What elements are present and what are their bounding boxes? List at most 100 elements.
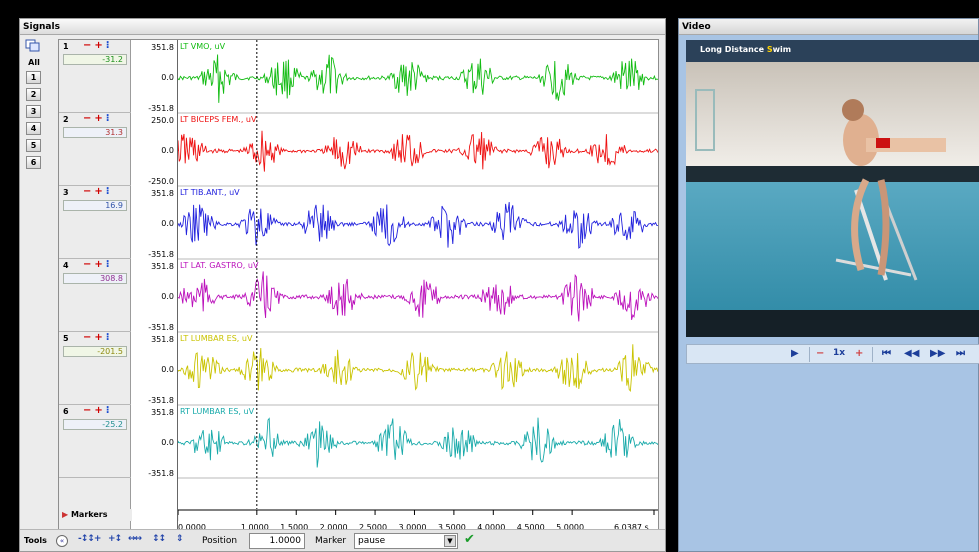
zoom-in-icon[interactable]: -↕↕+ bbox=[78, 534, 101, 548]
scale-max-label: 351.8 bbox=[151, 335, 174, 344]
collapse-icon[interactable]: ⇕ bbox=[176, 534, 183, 548]
scale-min-label: -351.8 bbox=[148, 469, 174, 478]
plus-icon[interactable]: + bbox=[94, 332, 105, 343]
speed-down-icon[interactable]: − bbox=[816, 348, 824, 359]
scale-min-label: -351.8 bbox=[148, 250, 174, 259]
check-icon[interactable]: ✔ bbox=[464, 532, 475, 547]
svg-text:Long Distance Swim: Long Distance Swim bbox=[700, 45, 791, 54]
minus-icon[interactable]: − bbox=[83, 40, 94, 51]
signals-panel: Signals All 123456 ▶ Markers 1 −+⁝ -31.2 2−… bbox=[19, 18, 666, 552]
position-label: Position bbox=[202, 536, 238, 546]
tools-label: Tools bbox=[24, 536, 47, 545]
scale-zero-label: 0.0 bbox=[161, 219, 174, 228]
channel-info-6: 6 −+⁝ -25.2 bbox=[59, 405, 131, 478]
step-back-icon[interactable]: ◀◀ bbox=[904, 348, 919, 359]
channel-menu-icon[interactable]: ⁝ bbox=[106, 259, 113, 270]
minus-icon[interactable]: − bbox=[83, 332, 94, 343]
channel-selector: All 1 2 3 4 5 6 bbox=[23, 39, 45, 199]
channel-name-label: LT LAT. GASTRO, uV bbox=[180, 261, 259, 270]
channel-button-6[interactable]: 6 bbox=[26, 156, 41, 169]
signal-trace-3 bbox=[178, 202, 658, 249]
channel-number: 3 bbox=[63, 188, 69, 197]
channel-controls: −+⁝ bbox=[83, 113, 113, 124]
channel-info-5: 5 −+⁝ -201.5 bbox=[59, 332, 131, 405]
signal-trace-2 bbox=[178, 130, 658, 172]
tools-bar: Tools « -↕↕+ +↕ ↔↔ ↕↕ ⇕ Position 1.0000 … bbox=[20, 529, 665, 551]
minus-icon[interactable]: − bbox=[83, 259, 94, 270]
marker-label: Marker bbox=[315, 536, 347, 546]
channel-button-5[interactable]: 5 bbox=[26, 139, 41, 152]
scale-min-label: -351.8 bbox=[148, 104, 174, 113]
video-controls: ▶ − 1x + ⏮ ◀◀ ▶▶ ⏭ bbox=[686, 344, 979, 364]
zoom-out-icon[interactable]: +↕ bbox=[108, 534, 122, 548]
channel-info-1: 1 −+⁝ -31.2 bbox=[59, 40, 131, 113]
video-panel-title: Video bbox=[679, 19, 978, 35]
channel-name-label: LT BICEPS FEM., uV bbox=[180, 115, 257, 124]
signal-trace-5 bbox=[178, 344, 658, 392]
channel-controls: −+⁝ bbox=[83, 186, 113, 197]
skip-start-icon[interactable]: ⏮ bbox=[882, 348, 891, 359]
marker-select[interactable]: pause ▼ bbox=[354, 533, 458, 549]
plus-icon[interactable]: + bbox=[94, 259, 105, 270]
video-frame[interactable]: Long Distance Swim bbox=[686, 40, 979, 337]
scale-min-label: -351.8 bbox=[148, 396, 174, 405]
channel-value: -31.2 bbox=[63, 54, 127, 65]
channel-number: 5 bbox=[63, 334, 69, 343]
scale-zero-label: 0.0 bbox=[161, 146, 174, 155]
channel-value: 31.3 bbox=[63, 127, 127, 138]
channel-menu-icon[interactable]: ⁝ bbox=[106, 332, 113, 343]
channel-value: -201.5 bbox=[63, 346, 127, 357]
plus-icon[interactable]: + bbox=[94, 186, 105, 197]
scale-min-label: -351.8 bbox=[148, 323, 174, 332]
scale-min-label: -250.0 bbox=[148, 177, 174, 186]
signal-traces[interactable] bbox=[178, 40, 658, 509]
video-scene-image: Long Distance Swim bbox=[686, 40, 979, 337]
channel-button-2[interactable]: 2 bbox=[26, 88, 41, 101]
channel-button-1[interactable]: 1 bbox=[26, 71, 41, 84]
plus-icon[interactable]: + bbox=[94, 405, 105, 416]
tools-toggle-icon[interactable]: « bbox=[56, 535, 68, 547]
channel-menu-icon[interactable]: ⁝ bbox=[106, 405, 113, 416]
channel-number: 1 bbox=[63, 42, 69, 51]
scale-max-label: 250.0 bbox=[151, 116, 174, 125]
scale-max-label: 351.8 bbox=[151, 43, 174, 52]
plus-icon[interactable]: + bbox=[94, 40, 105, 51]
video-panel: Video Long Distance Swim ▶ − 1x + ⏮ ◀◀ ▶… bbox=[678, 18, 979, 552]
copy-channels-icon[interactable] bbox=[25, 39, 41, 53]
fit-icon[interactable]: ↔↔ bbox=[128, 534, 142, 548]
marker-select-value: pause bbox=[358, 536, 386, 546]
scale-zero-label: 0.0 bbox=[161, 73, 174, 82]
expand-icon[interactable]: ↕↕ bbox=[152, 534, 166, 548]
channel-button-4[interactable]: 4 bbox=[26, 122, 41, 135]
minus-icon[interactable]: − bbox=[83, 113, 94, 124]
channel-menu-icon[interactable]: ⁝ bbox=[106, 113, 113, 124]
channel-controls: −+⁝ bbox=[83, 259, 113, 270]
signal-trace-1 bbox=[178, 54, 658, 103]
scale-zero-label: 0.0 bbox=[161, 292, 174, 301]
channel-menu-icon[interactable]: ⁝ bbox=[106, 40, 113, 51]
channel-controls: −+⁝ bbox=[83, 405, 113, 416]
dropdown-icon[interactable]: ▼ bbox=[444, 535, 456, 547]
markers-label: Markers bbox=[70, 510, 108, 519]
top-frame bbox=[0, 0, 979, 18]
signals-plot: ▶ Markers 1 −+⁝ -31.2 2 −+⁝ 31.3 3 −+⁝ 16.9 4 −+⁝ 3… bbox=[58, 39, 659, 532]
play-icon[interactable]: ▶ bbox=[791, 348, 799, 359]
channel-name-label: LT LUMBAR ES, uV bbox=[180, 334, 253, 343]
channel-button-3[interactable]: 3 bbox=[26, 105, 41, 118]
channel-info-4: 4 −+⁝ 308.8 bbox=[59, 259, 131, 332]
minus-icon[interactable]: − bbox=[83, 186, 94, 197]
channel-value: 308.8 bbox=[63, 273, 127, 284]
position-input[interactable]: 1.0000 bbox=[249, 533, 305, 549]
channel-value: -25.2 bbox=[63, 419, 127, 430]
channel-menu-icon[interactable]: ⁝ bbox=[106, 186, 113, 197]
select-all-channels[interactable]: All bbox=[23, 57, 45, 69]
step-forward-icon[interactable]: ▶▶ bbox=[930, 348, 945, 359]
plus-icon[interactable]: + bbox=[94, 113, 105, 124]
minus-icon[interactable]: − bbox=[83, 405, 94, 416]
channel-info-3: 3 −+⁝ 16.9 bbox=[59, 186, 131, 259]
channel-value: 16.9 bbox=[63, 200, 127, 211]
skip-end-icon[interactable]: ⏭ bbox=[956, 348, 965, 359]
channel-number: 4 bbox=[63, 261, 69, 270]
channel-number: 2 bbox=[63, 115, 69, 124]
speed-up-icon[interactable]: + bbox=[855, 348, 863, 359]
